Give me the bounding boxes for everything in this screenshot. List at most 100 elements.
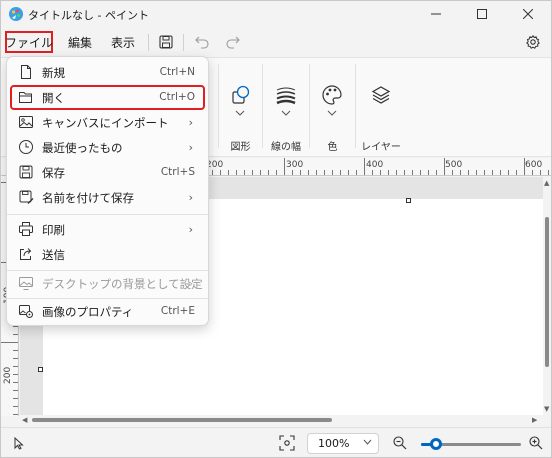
canvas-resize-handle[interactable] xyxy=(38,367,43,372)
maximize-icon xyxy=(477,9,487,19)
chevron-right-icon: › xyxy=(188,223,193,236)
menu-item-label: 開く xyxy=(42,91,65,105)
undo-button[interactable] xyxy=(192,32,212,52)
scroll-up-icon[interactable]: ▲ xyxy=(544,179,549,187)
menu-item-recent[interactable]: 最近使ったもの › xyxy=(10,135,205,160)
zoom-select[interactable]: 100% xyxy=(307,433,379,454)
chevron-right-icon: › xyxy=(188,116,193,129)
clock-icon xyxy=(19,140,33,154)
save-icon xyxy=(19,165,33,179)
horizontal-scroll-thumb[interactable] xyxy=(32,418,332,422)
image-properties-icon xyxy=(19,305,33,318)
scroll-left-icon[interactable]: ◀ xyxy=(22,416,27,424)
chevron-down-icon xyxy=(281,110,291,116)
canvas-resize-handle[interactable] xyxy=(406,198,411,203)
palette-icon xyxy=(322,85,342,105)
new-file-icon xyxy=(21,65,31,79)
menu-item-open[interactable]: 開く Ctrl+O xyxy=(10,85,205,110)
redo-icon xyxy=(226,36,240,49)
folder-open-icon xyxy=(19,92,32,103)
menu-item-share[interactable]: 送信 xyxy=(10,242,205,267)
paint-app-icon xyxy=(9,7,23,21)
chevron-right-icon: › xyxy=(188,277,193,290)
menu-item-label: キャンバスにインポート xyxy=(42,116,169,130)
menu-item-save[interactable]: 保存 Ctrl+S xyxy=(10,160,205,185)
menu-item-new[interactable]: 新規 Ctrl+N xyxy=(10,60,205,85)
fit-to-window-icon xyxy=(279,435,295,451)
ruler-label: 500 xyxy=(445,160,463,170)
ribbon-group-color[interactable]: 色 xyxy=(310,58,355,156)
zoom-out-button[interactable] xyxy=(393,436,409,452)
zoom-slider-thumb[interactable] xyxy=(430,438,442,450)
menu-item-set-desktop-background[interactable]: デスクトップの背景として設定 › xyxy=(10,271,205,296)
menu-item-shortcut: Ctrl+N xyxy=(159,66,195,78)
save-as-icon xyxy=(19,190,34,204)
fit-to-window-button[interactable] xyxy=(279,435,297,453)
redo-button[interactable] xyxy=(223,32,243,52)
ruler-label: 400 xyxy=(366,160,384,170)
layers-label: レイヤー xyxy=(361,142,401,153)
minimize-icon xyxy=(431,13,441,15)
color-label: 色 xyxy=(327,142,338,153)
maximize-button[interactable] xyxy=(459,1,505,27)
scroll-right-icon[interactable]: ▶ xyxy=(532,416,537,424)
menu-item-label: 送信 xyxy=(42,248,65,262)
line-width-icon xyxy=(276,87,296,105)
zoom-out-icon xyxy=(393,436,407,450)
ribbon-group-shapes[interactable]: 図形 xyxy=(219,58,262,156)
menu-item-label: 最近使ったもの xyxy=(42,141,123,155)
menu-item-import-to-canvas[interactable]: キャンバスにインポート › xyxy=(10,110,205,135)
chevron-right-icon: › xyxy=(188,191,193,204)
scroll-down-icon[interactable]: ▼ xyxy=(544,405,549,413)
settings-button[interactable] xyxy=(523,32,543,52)
chevron-down-icon xyxy=(363,439,372,445)
paint-window: タイトルなし - ペイント ファイル 編集 表示 図形 線の幅 色 レイヤー 2… xyxy=(0,0,552,458)
save-button[interactable] xyxy=(156,32,176,52)
zoom-in-icon xyxy=(529,436,543,450)
menu-edit[interactable]: 編集 xyxy=(62,31,98,53)
menu-item-label: 保存 xyxy=(42,166,65,180)
share-icon xyxy=(20,248,32,260)
printer-icon xyxy=(19,222,33,236)
desktop-background-icon xyxy=(19,277,33,290)
menu-item-shortcut: Ctrl+E xyxy=(160,305,195,317)
import-icon xyxy=(19,116,33,128)
chevron-right-icon: › xyxy=(188,141,193,154)
status-bar: 100% xyxy=(1,427,551,457)
menu-separator xyxy=(183,34,184,51)
menu-item-shortcut: Ctrl+O xyxy=(159,91,195,103)
pointer-icon xyxy=(14,437,24,450)
ribbon-group-line-width[interactable]: 線の幅 xyxy=(263,58,309,156)
vertical-scrollbar[interactable]: ▲ ▼ xyxy=(543,177,551,415)
menu-item-print[interactable]: 印刷 › xyxy=(10,217,205,242)
ruler-label: 600 xyxy=(525,160,543,170)
layers-icon xyxy=(371,86,391,104)
menu-item-label: 印刷 xyxy=(42,223,65,237)
menu-item-save-as[interactable]: 名前を付けて保存 › xyxy=(10,185,205,210)
menu-item-label: 名前を付けて保存 xyxy=(42,191,134,205)
menu-item-label: デスクトップの背景として設定 xyxy=(42,277,203,291)
chevron-down-icon xyxy=(235,110,245,116)
minimize-button[interactable] xyxy=(413,1,459,27)
menu-view[interactable]: 表示 xyxy=(105,31,141,53)
menu-item-shortcut: Ctrl+S xyxy=(160,166,195,178)
close-button[interactable] xyxy=(505,1,551,27)
menu-item-image-properties[interactable]: 画像のプロパティ Ctrl+E xyxy=(10,299,205,324)
close-icon xyxy=(523,9,533,19)
menu-separator xyxy=(7,214,208,215)
shapes-label: 図形 xyxy=(230,142,251,153)
save-icon xyxy=(159,35,173,49)
horizontal-scrollbar[interactable]: ◀ ▶ xyxy=(20,415,543,425)
menu-item-label: 画像のプロパティ xyxy=(42,305,134,319)
ruler-label: 300 xyxy=(286,160,304,170)
gear-icon xyxy=(526,35,540,49)
file-menu-dropdown: 新規 Ctrl+N 開く Ctrl+O キャンバスにインポート › 最近使ったも… xyxy=(6,56,209,326)
vertical-scroll-thumb[interactable] xyxy=(545,217,549,367)
zoom-in-button[interactable] xyxy=(529,436,545,452)
line-width-label: 線の幅 xyxy=(271,142,301,153)
window-title: タイトルなし - ペイント xyxy=(28,9,149,22)
title-bar: タイトルなし - ペイント xyxy=(1,1,551,27)
zoom-value: 100% xyxy=(318,437,350,450)
menu-file[interactable]: ファイル xyxy=(5,31,53,53)
ribbon-group-layers[interactable]: レイヤー xyxy=(356,58,406,156)
